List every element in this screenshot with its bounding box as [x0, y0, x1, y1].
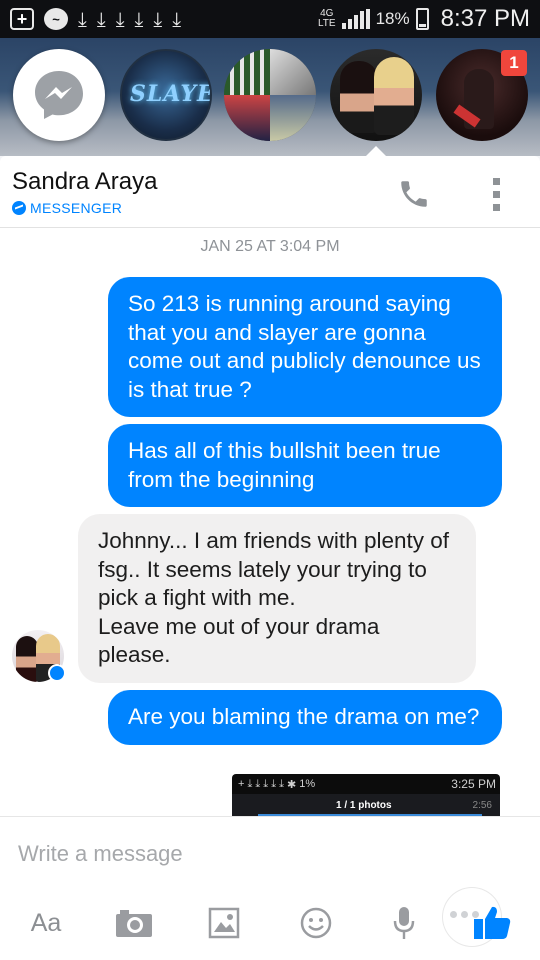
download-icon: ⤓ [134, 7, 144, 31]
battery-percent: 18% [375, 9, 410, 28]
gallery-button[interactable] [202, 893, 246, 953]
more-dot [492, 190, 500, 198]
messenger-chat-head[interactable] [13, 49, 105, 141]
chat-head-slayer[interactable]: SLAYER [120, 49, 212, 141]
message-bubble-outgoing[interactable]: So 213 is running around saying that you… [108, 277, 502, 417]
status-bar: + ~ ⤓ ⤓ ⤓ ⤓ ⤓ ⤓ 4G LTE 18% 8:37 PM [0, 0, 540, 38]
text-format-button[interactable]: Aa [18, 893, 74, 953]
attachment-sub-time: 2:56 [472, 799, 492, 811]
image-attachment[interactable]: + ⤓ ⤓ ⤓ ⤓ ⤓ ✱ 1% 3:25 PM 1 / 1 photos 2:… [232, 774, 500, 816]
composer: Aa [0, 816, 540, 960]
download-icon: ⤓ [172, 7, 182, 31]
message-input[interactable] [18, 841, 438, 867]
smiley-icon [300, 907, 332, 939]
like-button[interactable] [440, 893, 524, 953]
network-type: 4G LTE [317, 8, 336, 29]
more-dot [492, 203, 500, 211]
camera-icon [116, 910, 152, 937]
slayer-logo: SLAYER [130, 81, 210, 107]
signal-icon [341, 9, 370, 29]
messenger-source: MESSENGER [12, 200, 122, 216]
photo-counter: 1 / 1 photos [336, 799, 392, 811]
call-button[interactable] [394, 174, 434, 214]
phone-icon [401, 181, 427, 207]
camera-button[interactable] [112, 893, 156, 953]
attachment-photo-bar: 1 / 1 photos 2:56 [232, 794, 500, 816]
message-bubble-outgoing[interactable]: Has all of this bullshit been true from … [108, 424, 502, 507]
image-icon [208, 907, 240, 939]
conversation-header: Sandra Araya MESSENGER [0, 156, 540, 228]
chat-head-collage[interactable] [224, 49, 316, 141]
download-icon: ⤓ [115, 7, 125, 31]
attachment-status-bar: + ⤓ ⤓ ⤓ ⤓ ⤓ ✱ 1% 3:25 PM [238, 776, 496, 792]
download-icon: ⤓ [96, 7, 106, 31]
thumbs-up-icon [474, 906, 511, 939]
message-timestamp: JAN 25 AT 3:04 PM [200, 238, 340, 255]
add-icon: + [238, 778, 245, 790]
notification-badge: 1 [501, 50, 527, 76]
add-icon: + [10, 8, 34, 30]
clock: 8:37 PM [440, 5, 530, 32]
emoji-button[interactable] [294, 893, 338, 953]
attachment-battery: 1% [299, 778, 316, 790]
download-icon: ⤓ [153, 7, 163, 31]
attachment-time: 3:25 PM [451, 777, 496, 791]
contact-name[interactable]: Sandra Araya [12, 168, 157, 196]
conversation-card: Sandra Araya MESSENGER JAN 25 AT 3:04 PM… [0, 156, 540, 960]
download-icon: ⤓ ⤓ ⤓ ⤓ ⤓ [247, 777, 284, 790]
messenger-icon [35, 71, 83, 119]
more-dot [492, 177, 500, 185]
message-bubble-incoming[interactable]: Johnny... I am friends with plenty of fs… [78, 514, 476, 683]
more-options-button[interactable] [484, 174, 508, 214]
battery-icon [415, 8, 429, 30]
microphone-icon [393, 907, 415, 939]
download-icon: ⤓ [78, 7, 87, 31]
source-label: MESSENGER [30, 200, 123, 216]
messenger-icon [12, 201, 26, 215]
voice-button[interactable] [386, 893, 422, 953]
messenger-notification-icon: ~ [44, 8, 68, 30]
messenger-badge-icon [48, 664, 66, 682]
message-bubble-outgoing[interactable]: Are you blaming the drama on me? [108, 690, 502, 745]
chat-head-sandra[interactable] [330, 49, 422, 141]
bluetooth-icon: ✱ [286, 778, 297, 791]
